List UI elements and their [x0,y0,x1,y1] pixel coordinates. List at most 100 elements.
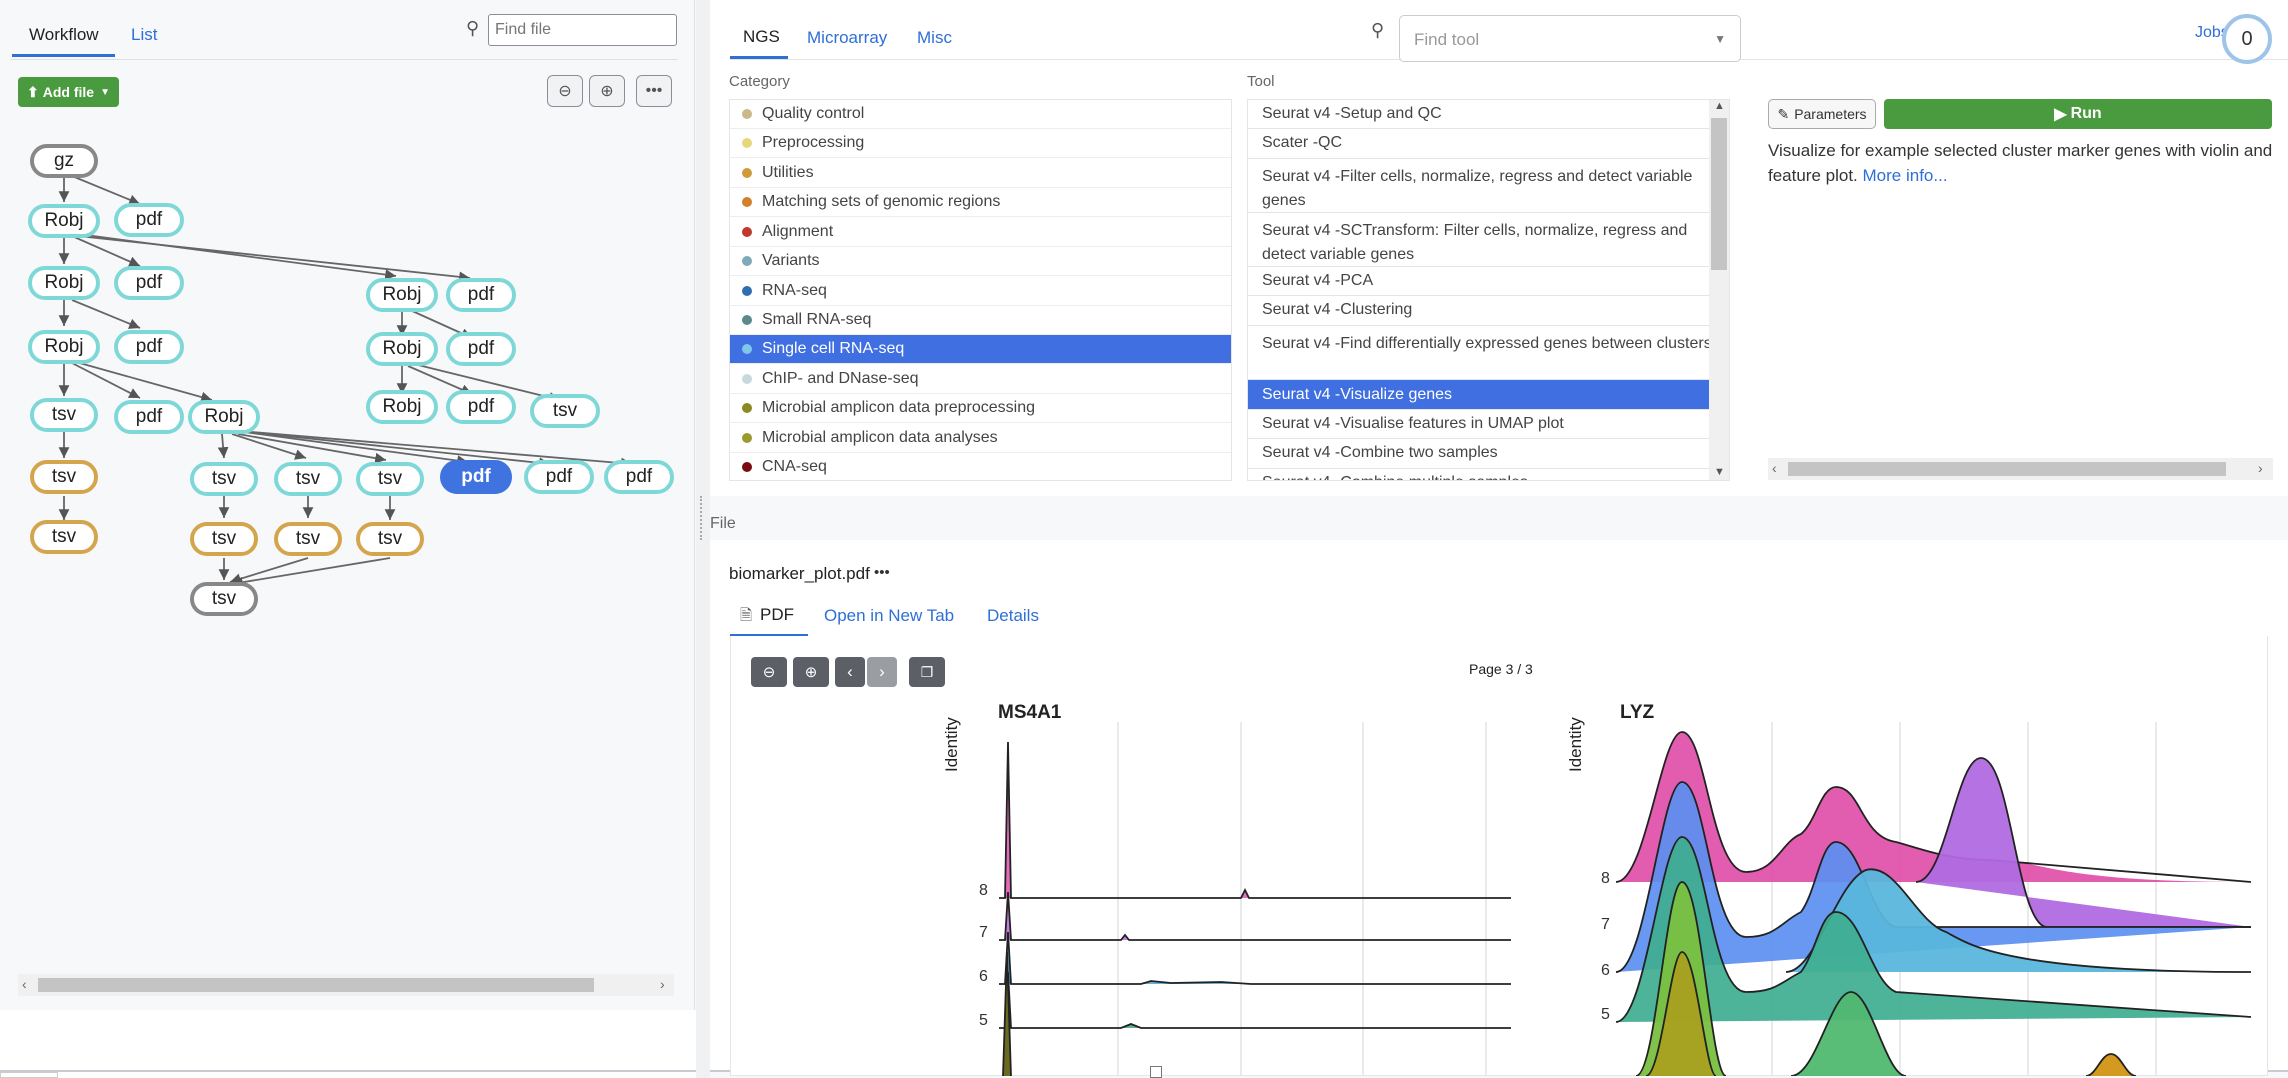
category-dot [742,344,752,354]
category-item[interactable]: Utilities [730,159,1231,188]
category-item[interactable]: Preprocessing [730,129,1231,158]
category-item[interactable]: Microbial amplicon data analyses [730,424,1231,453]
node-robj[interactable]: Robj [28,330,100,364]
node-pdf[interactable]: pdf [114,266,184,300]
play-icon: ▶ [2054,106,2067,123]
ridge-plot-ms4a1 [999,722,1511,1076]
node-pdf-selected[interactable]: pdf [440,460,512,494]
node-robj[interactable]: Robj [366,332,438,366]
scrollbar-thumb[interactable] [1788,462,2226,476]
tab-ngs[interactable]: NGS [743,27,780,47]
tab-misc[interactable]: Misc [917,28,952,48]
pdf-zoom-out-button[interactable]: ⊖ [751,657,787,687]
scroll-right-icon[interactable]: › [660,976,665,992]
node-robj[interactable]: Robj [366,390,438,424]
tab-pdf[interactable]: 🗎 PDF [730,597,808,637]
parameters-scrollbar[interactable]: ‹ › [1768,458,2273,480]
run-button[interactable]: ▶ Run [1884,99,2272,129]
scroll-left-icon[interactable]: ‹ [1772,460,1777,476]
node-tsv[interactable]: tsv [356,462,424,496]
scroll-up-icon[interactable]: ▲ [1714,100,1725,112]
scrollbar-thumb[interactable] [1711,118,1727,270]
node-tsv[interactable]: tsv [274,522,342,556]
resize-handle[interactable] [1150,1066,1162,1078]
tab-microarray[interactable]: Microarray [807,28,887,48]
category-dot [742,315,752,325]
category-item[interactable]: ChIP- and DNase-seq [730,365,1231,394]
page-indicator: Page 3 / 3 [1469,661,1533,677]
splitter-handle[interactable] [700,496,704,540]
node-tsv[interactable]: tsv [190,582,258,616]
node-pdf[interactable]: pdf [114,203,184,237]
category-item[interactable]: Variants [730,247,1231,276]
category-dot [742,197,752,207]
node-robj[interactable]: Robj [188,400,260,434]
tool-item[interactable]: Seurat v4 -Find differentially expressed… [1248,326,1729,380]
node-tsv[interactable]: tsv [30,520,98,554]
node-tsv[interactable]: tsv [530,394,600,428]
pdf-zoom-in-button[interactable]: ⊕ [793,657,829,687]
category-item-selected[interactable]: Single cell RNA-seq [730,335,1231,364]
pdf-prev-button[interactable]: ‹ [835,657,865,687]
node-tsv[interactable]: tsv [190,462,258,496]
more-info-link[interactable]: More info... [1863,166,1948,185]
scroll-left-icon[interactable]: ‹ [22,976,27,992]
tool-item[interactable]: Seurat v4 -Visualise features in UMAP pl… [1248,410,1729,439]
pdf-copy-button[interactable]: ❐ [909,657,945,687]
node-robj[interactable]: Robj [28,204,100,238]
tool-item[interactable]: Seurat v4 -Clustering [1248,296,1729,326]
node-pdf[interactable]: pdf [446,332,516,366]
node-tsv[interactable]: tsv [356,522,424,556]
tool-item[interactable]: Seurat v4 -SCTransform: Filter cells, no… [1248,213,1729,267]
tool-item[interactable]: Scater -QC [1248,129,1729,159]
node-tsv[interactable]: tsv [274,462,342,496]
scroll-right-icon[interactable]: › [2258,460,2263,476]
category-item[interactable]: Quality control [730,100,1231,129]
horizontal-scrollbar[interactable]: ‹ › [18,974,674,996]
node-pdf[interactable]: pdf [446,390,516,424]
tool-item-selected[interactable]: Seurat v4 -Visualize genes [1248,380,1729,410]
pdf-next-button[interactable]: › [867,657,897,687]
tool-item[interactable]: Seurat v4 -Combine two samples [1248,439,1729,469]
node-pdf[interactable]: pdf [114,330,184,364]
file-more-button[interactable]: ••• [874,564,890,581]
find-tool-select[interactable]: Find tool ▼ [1399,15,1741,62]
node-pdf[interactable]: pdf [114,400,184,434]
zoom-in-icon: ⊕ [804,664,818,681]
tool-item[interactable]: Seurat v4 -Combine multiple samples [1248,469,1729,480]
node-robj[interactable]: Robj [366,278,438,312]
category-item[interactable]: Microbial amplicon data preprocessing [730,394,1231,423]
jobs-count-badge[interactable]: 0 [2222,14,2272,64]
tab-details[interactable]: Details [987,606,1039,626]
category-dot [742,168,752,178]
row-label: 7 [979,924,988,941]
category-item[interactable]: CNA-seq [730,453,1231,480]
node-pdf[interactable]: pdf [524,460,594,494]
vertical-splitter[interactable] [696,0,710,1078]
scroll-down-icon[interactable]: ▼ [1714,466,1725,478]
tool-list-scrollbar[interactable]: ▲ ▼ [1709,100,1729,480]
node-gz[interactable]: gz [30,144,98,178]
plot-ylabel: Identity [942,717,961,772]
category-dot [742,462,752,472]
row-label: 5 [979,1012,988,1029]
tab-open-new[interactable]: Open in New Tab [824,606,954,626]
category-item[interactable]: Matching sets of genomic regions [730,188,1231,217]
tool-item[interactable]: Seurat v4 -Filter cells, normalize, regr… [1248,159,1729,213]
node-pdf[interactable]: pdf [604,460,674,494]
scrollbar-thumb[interactable] [38,978,594,992]
node-tsv[interactable]: tsv [190,522,258,556]
tool-item[interactable]: Seurat v4 -Setup and QC [1248,100,1729,129]
category-item[interactable]: RNA-seq [730,277,1231,306]
footer-area [0,1010,710,1078]
category-item[interactable]: Small RNA-seq [730,306,1231,335]
tool-item[interactable]: Seurat v4 -PCA [1248,267,1729,296]
zoom-out-icon: ⊖ [762,664,776,681]
node-robj[interactable]: Robj [28,266,100,300]
parameters-button[interactable]: ✎ Parameters [1768,99,1876,129]
chevron-left-icon: ‹ [847,662,853,681]
node-tsv[interactable]: tsv [30,460,98,494]
node-tsv[interactable]: tsv [30,398,98,432]
category-item[interactable]: Alignment [730,218,1231,247]
node-pdf[interactable]: pdf [446,278,516,312]
